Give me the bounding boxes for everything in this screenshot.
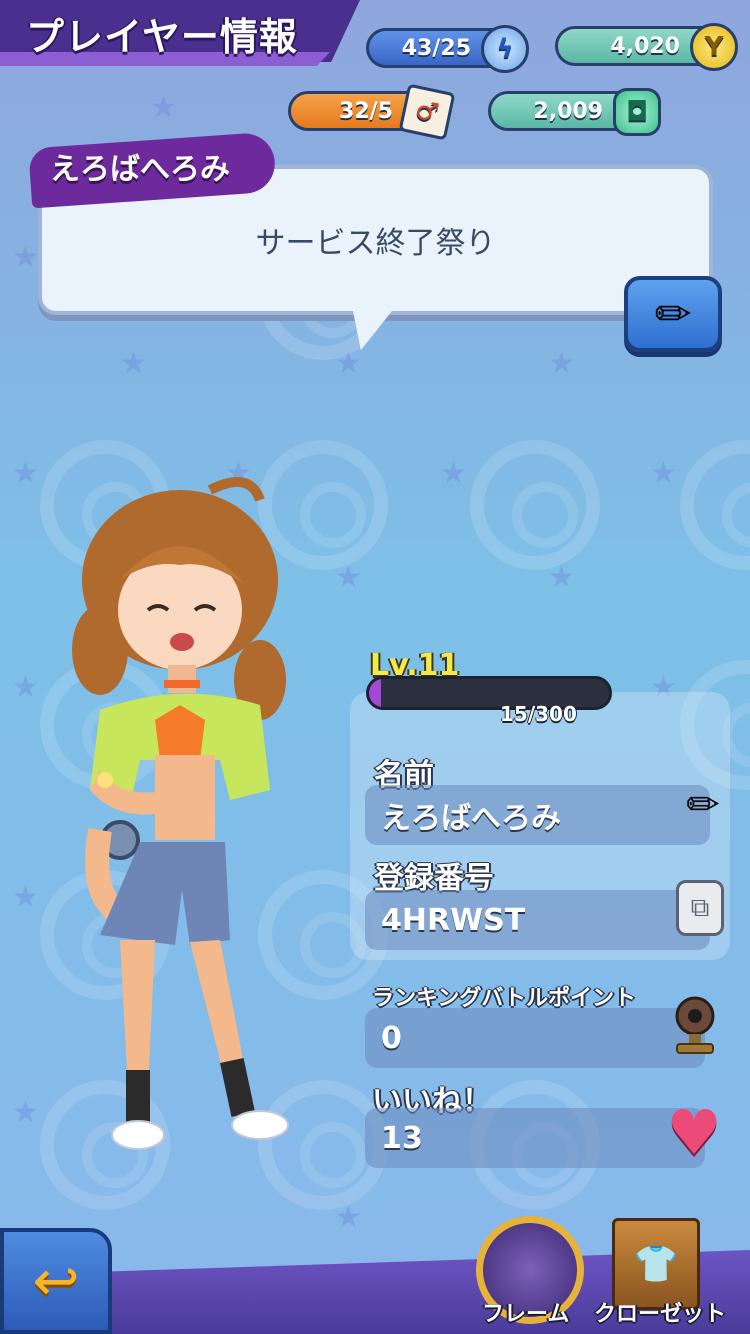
edit-name-button[interactable]: ✏ [674,776,732,834]
edit-message-button[interactable]: ✏ [624,276,722,352]
star-icon: ★ [12,1095,39,1130]
webcam-trophy-icon [666,996,724,1054]
copy-id-button[interactable]: ⧉ [676,880,724,936]
stamina-counter[interactable]: 43/25 ϟ [366,25,529,73]
pencil-icon: ✏ [654,288,692,340]
likes-value: 13 [381,1120,423,1156]
star-icon: ★ [12,240,39,275]
exp-text: 15/300 [500,702,577,726]
ranking-value: 0 [381,1020,402,1056]
frame-label: フレーム [482,1302,570,1327]
star-icon: ★ [120,346,147,381]
back-button[interactable]: ↩ [0,1228,112,1334]
coin-value: 4,020 [610,33,680,59]
star-icon: ★ [650,456,677,491]
lightning-icon: ϟ [481,25,529,73]
gem-icon: ◘ [613,88,661,136]
coin-counter[interactable]: 4,020 Y [555,23,738,71]
ticket-value: 32/5 [339,98,393,124]
bg-ring [680,440,750,570]
exp-bar-fill [369,679,381,707]
ticket-counter[interactable]: 32/5 ♂ [288,83,456,141]
name-value: えろばへろみ [381,801,561,836]
star-icon: ★ [335,346,362,381]
webcam-trophy-graphic [675,996,715,1054]
star-icon: ★ [150,90,177,125]
name-field: えろばへろみ [365,785,710,845]
bg-ring [470,440,600,570]
star-icon: ★ [440,456,467,491]
copy-icon: ⧉ [690,892,710,923]
wardrobe-icon: 👕 [633,1244,679,1285]
player-avatar [72,477,289,1150]
y-coin-icon: Y [690,23,738,71]
page-title: プレイヤー情報 [26,15,298,59]
id-value: 4HRWST [381,902,526,938]
ticket-icon: ♂ [398,83,456,141]
star-icon: ★ [335,1200,362,1235]
closet-label: クローゼット [594,1302,727,1327]
back-arrow-icon: ↩ [32,1248,80,1314]
star-icon: ★ [548,560,575,595]
player-name-tag-text: えろばへろみ [50,152,230,187]
star-icon: ★ [12,456,39,491]
gem-value: 2,009 [533,98,603,124]
ranking-field: 0 [365,1008,705,1068]
likes-field: 13 [365,1108,705,1168]
id-field: 4HRWST [365,890,710,950]
profile-message: サービス終了祭り [255,226,496,261]
star-icon: ★ [548,346,575,381]
heart-icon[interactable]: ♥ [660,1096,728,1169]
star-icon: ★ [12,880,39,915]
gem-counter[interactable]: 2,009 ◘ [488,88,661,136]
star-icon: ★ [12,670,39,705]
stamina-value: 43/25 [401,35,471,61]
pencil-icon: ✏ [686,782,720,828]
